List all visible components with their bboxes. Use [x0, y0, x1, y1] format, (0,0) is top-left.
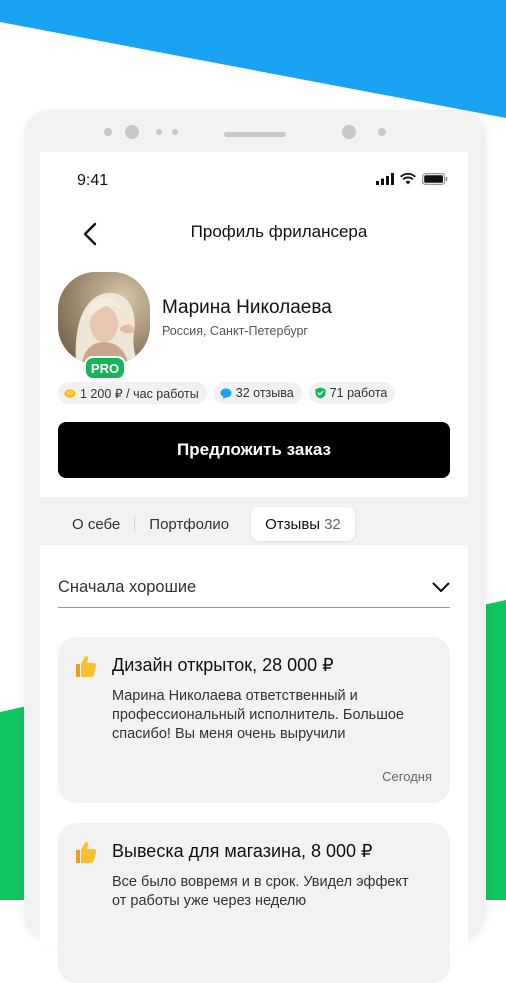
freelancer-name: Марина Николаева: [162, 297, 332, 318]
pro-badge: PRO: [84, 356, 126, 380]
blue-diagonal-shape: [0, 0, 506, 118]
review-title: Вывеска для магазина, 8 000 ₽: [112, 841, 373, 861]
rate-chip: 1 200 ₽ / час работы: [58, 382, 207, 404]
tab-reviews[interactable]: Отзывы 32: [251, 507, 355, 541]
proximity-sensor: [342, 125, 356, 139]
thumbs-up-icon: [76, 656, 97, 677]
review-text: Марина Николаева ответственный и професс…: [112, 688, 404, 742]
reviews-count-chip: 32 отзыва: [213, 382, 302, 404]
profile-card: 9:41 Профиль фрилансера PRO Марина Никол…: [40, 152, 468, 497]
sensor-dot: [378, 128, 386, 136]
avatar[interactable]: [58, 272, 150, 364]
sensor-dot: [172, 129, 178, 135]
sensor-dot: [156, 129, 162, 135]
review-text: Все было вовремя и в срок. Увидел эффект…: [112, 874, 409, 909]
tab-reviews-count: 32: [324, 515, 341, 533]
speaker-grille: [224, 132, 286, 137]
status-time: 9:41: [77, 172, 109, 189]
app-screen: 9:41 Профиль фрилансера PRO Марина Никол…: [40, 152, 468, 983]
chat-bubble-icon: [220, 388, 232, 399]
avatar-photo: [58, 272, 150, 364]
chevron-down-icon: [432, 582, 450, 592]
review-date: Сегодня: [382, 769, 432, 784]
rate-label: 1 200 ₽ / час работы: [80, 386, 199, 401]
shield-check-icon: [315, 387, 326, 399]
coin-icon: [64, 389, 76, 397]
works-count-chip: 71 работа: [308, 382, 396, 404]
tab-about[interactable]: О себе: [58, 507, 134, 541]
review-title: Дизайн открыток, 28 000 ₽: [112, 655, 334, 675]
reviews-panel: Сначала хорошие Дизайн открыток, 28 000 …: [40, 545, 468, 983]
stats-chips: 1 200 ₽ / час работы 32 отзыва 71 работа: [58, 382, 396, 404]
page-title: Профиль фрилансера: [190, 222, 368, 241]
freelancer-location: Россия, Санкт-Петербург: [162, 324, 308, 338]
review-card: Вывеска для магазина, 8 000 ₽ Все было в…: [58, 823, 450, 983]
status-bar: 9:41: [40, 152, 468, 192]
battery-icon: [422, 173, 448, 185]
front-camera: [125, 125, 139, 139]
sort-dropdown[interactable]: Сначала хорошие: [58, 567, 450, 608]
review-card: Дизайн открыток, 28 000 ₽ Марина Николае…: [58, 637, 450, 803]
sensor-dot: [104, 128, 112, 136]
tab-portfolio[interactable]: Портфолио: [135, 507, 243, 541]
works-count-label: 71 работа: [329, 386, 388, 400]
sort-label: Сначала хорошие: [58, 577, 197, 596]
reviews-count-label: 32 отзыва: [235, 386, 294, 400]
profile-tabs: О себе Портфолио Отзывы 32: [58, 507, 450, 541]
signal-icon: [376, 173, 394, 185]
wifi-icon: [400, 173, 416, 185]
thumbs-up-icon: [76, 842, 97, 863]
offer-order-button[interactable]: Предложить заказ: [58, 422, 450, 478]
tab-reviews-label: Отзывы: [265, 515, 321, 533]
status-icons: [376, 172, 448, 186]
